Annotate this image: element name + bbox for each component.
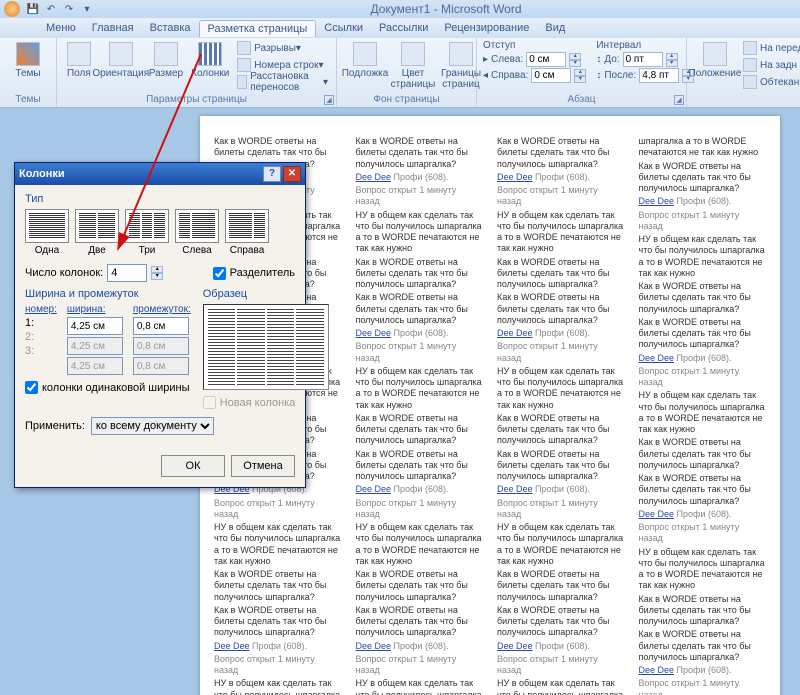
themes-button[interactable]: Темы: [6, 40, 50, 81]
hyphenation-icon: [237, 75, 247, 89]
tab-review[interactable]: Рецензирование: [436, 20, 537, 36]
new-column-checkbox: Новая колонка: [203, 396, 329, 409]
spacing-heading: Интервал: [596, 40, 694, 51]
indent-left-input[interactable]: [526, 52, 566, 67]
breaks-icon: [237, 41, 251, 55]
ok-button[interactable]: ОК: [161, 455, 225, 477]
divider-checkbox[interactable]: Разделитель: [213, 267, 295, 280]
indent-heading: Отступ: [483, 40, 586, 51]
group-page-bg: Фон страницы: [343, 94, 470, 107]
watermark-button[interactable]: Подложка: [343, 40, 387, 81]
space-before-icon: ↕: [596, 54, 601, 65]
text-column[interactable]: Как в WORDE ответы на билеты сделать так…: [497, 136, 625, 695]
count-label: Число колонок:: [25, 267, 103, 279]
columns-button[interactable]: Колонки: [189, 40, 231, 81]
indent-right-icon: ◂: [483, 70, 488, 81]
themes-label: Темы: [15, 68, 40, 79]
paragraph-launcher[interactable]: ◢: [674, 95, 684, 105]
tab-page-layout[interactable]: Разметка страницы: [199, 20, 317, 37]
cancel-button[interactable]: Отмена: [231, 455, 295, 477]
space-after-input[interactable]: [639, 68, 679, 83]
dialog-close-button[interactable]: ✕: [283, 166, 301, 182]
indent-left-spinner[interactable]: ▴▾: [569, 53, 581, 67]
columns-icon: [198, 42, 222, 66]
office-button[interactable]: [4, 1, 20, 17]
tab-insert[interactable]: Вставка: [142, 20, 199, 36]
group-page-setup: Параметры страницы: [63, 94, 330, 107]
watermark-icon: [353, 42, 377, 66]
qat-undo-icon[interactable]: ↶: [44, 2, 58, 16]
gap-1-input[interactable]: [133, 317, 189, 335]
indent-right-spinner[interactable]: ▴▾: [574, 69, 586, 83]
equal-width-checkbox[interactable]: колонки одинаковой ширины: [25, 381, 191, 394]
orientation-icon: [109, 42, 133, 66]
tab-home[interactable]: Главная: [84, 20, 142, 36]
size-button[interactable]: Размер: [147, 40, 185, 81]
apply-select[interactable]: ко всему документу: [91, 417, 214, 435]
page-setup-launcher[interactable]: ◢: [324, 95, 334, 105]
tab-mailings[interactable]: Рассылки: [371, 20, 436, 36]
width-2-input: [67, 337, 123, 355]
text-column[interactable]: Как в WORDE ответы на билеты сделать так…: [356, 136, 484, 695]
space-after-icon: ↕: [596, 70, 601, 81]
width-3-input: [67, 357, 123, 375]
indent-right-input[interactable]: [531, 68, 571, 83]
size-icon: [154, 42, 178, 66]
dialog-titlebar[interactable]: Колонки ? ✕: [15, 163, 305, 185]
type-left[interactable]: Слева: [175, 209, 219, 256]
themes-icon: [16, 42, 40, 66]
position-icon: [703, 42, 727, 66]
width-1-input[interactable]: [67, 317, 123, 335]
text-wrap-button[interactable]: Обтекани: [741, 74, 800, 90]
page-color-button[interactable]: Цвет страницы: [391, 40, 435, 92]
sample-preview: [203, 304, 329, 390]
columns-dialog: Колонки ? ✕ Тип Одна Две Три Слева Справ…: [14, 162, 306, 488]
breaks-button[interactable]: Разрывы ▾: [235, 40, 330, 56]
send-back-button[interactable]: На задн: [741, 57, 800, 73]
sample-label: Образец: [203, 288, 329, 300]
dialog-help-button[interactable]: ?: [263, 166, 281, 182]
page-borders-icon: [449, 42, 473, 66]
qat-save-icon[interactable]: 💾: [26, 2, 40, 16]
type-right[interactable]: Справа: [225, 209, 269, 256]
margins-icon: [67, 42, 91, 66]
title-bar: 💾 ↶ ↷ ▾ Документ1 - Microsoft Word: [0, 0, 800, 18]
gap-2-input: [133, 337, 189, 355]
type-two[interactable]: Две: [75, 209, 119, 256]
column-count-input[interactable]: [107, 264, 147, 282]
ribbon: Темы Темы Поля Ориентация Размер Колонки…: [0, 38, 800, 108]
tab-menu[interactable]: Меню: [38, 20, 84, 36]
margins-button[interactable]: Поля: [63, 40, 95, 81]
type-three[interactable]: Три: [125, 209, 169, 256]
orientation-button[interactable]: Ориентация: [99, 40, 143, 81]
qat-more-icon[interactable]: ▾: [80, 2, 94, 16]
line-numbers-icon: [237, 58, 251, 72]
space-before-input[interactable]: [623, 52, 663, 67]
type-one[interactable]: Одна: [25, 209, 69, 256]
hyphenation-button[interactable]: Расстановка переносов ▾: [235, 74, 330, 90]
position-button[interactable]: Положение: [693, 40, 737, 81]
ribbon-tabs: Меню Главная Вставка Разметка страницы С…: [0, 18, 800, 38]
group-themes: Темы: [6, 94, 50, 107]
gap-3-input: [133, 357, 189, 375]
bring-front-button[interactable]: На перед: [741, 40, 800, 56]
space-before-spinner[interactable]: ▴▾: [666, 53, 678, 67]
apply-label: Применить:: [25, 420, 85, 432]
column-count-spinner[interactable]: ▴▾: [151, 266, 163, 280]
window-title: Документ1 - Microsoft Word: [96, 2, 796, 16]
type-label: Тип: [25, 193, 295, 205]
qat-redo-icon[interactable]: ↷: [62, 2, 76, 16]
text-column[interactable]: шпаргалка а то в WORDE печатаются не так…: [639, 136, 767, 695]
tab-view[interactable]: Вид: [537, 20, 573, 36]
tab-references[interactable]: Ссылки: [316, 20, 371, 36]
dialog-title: Колонки: [19, 168, 263, 180]
page-color-icon: [401, 42, 425, 66]
widths-label: Ширина и промежуток: [25, 288, 191, 300]
group-paragraph: Абзац: [483, 94, 680, 107]
indent-left-icon: ▸: [483, 54, 488, 65]
